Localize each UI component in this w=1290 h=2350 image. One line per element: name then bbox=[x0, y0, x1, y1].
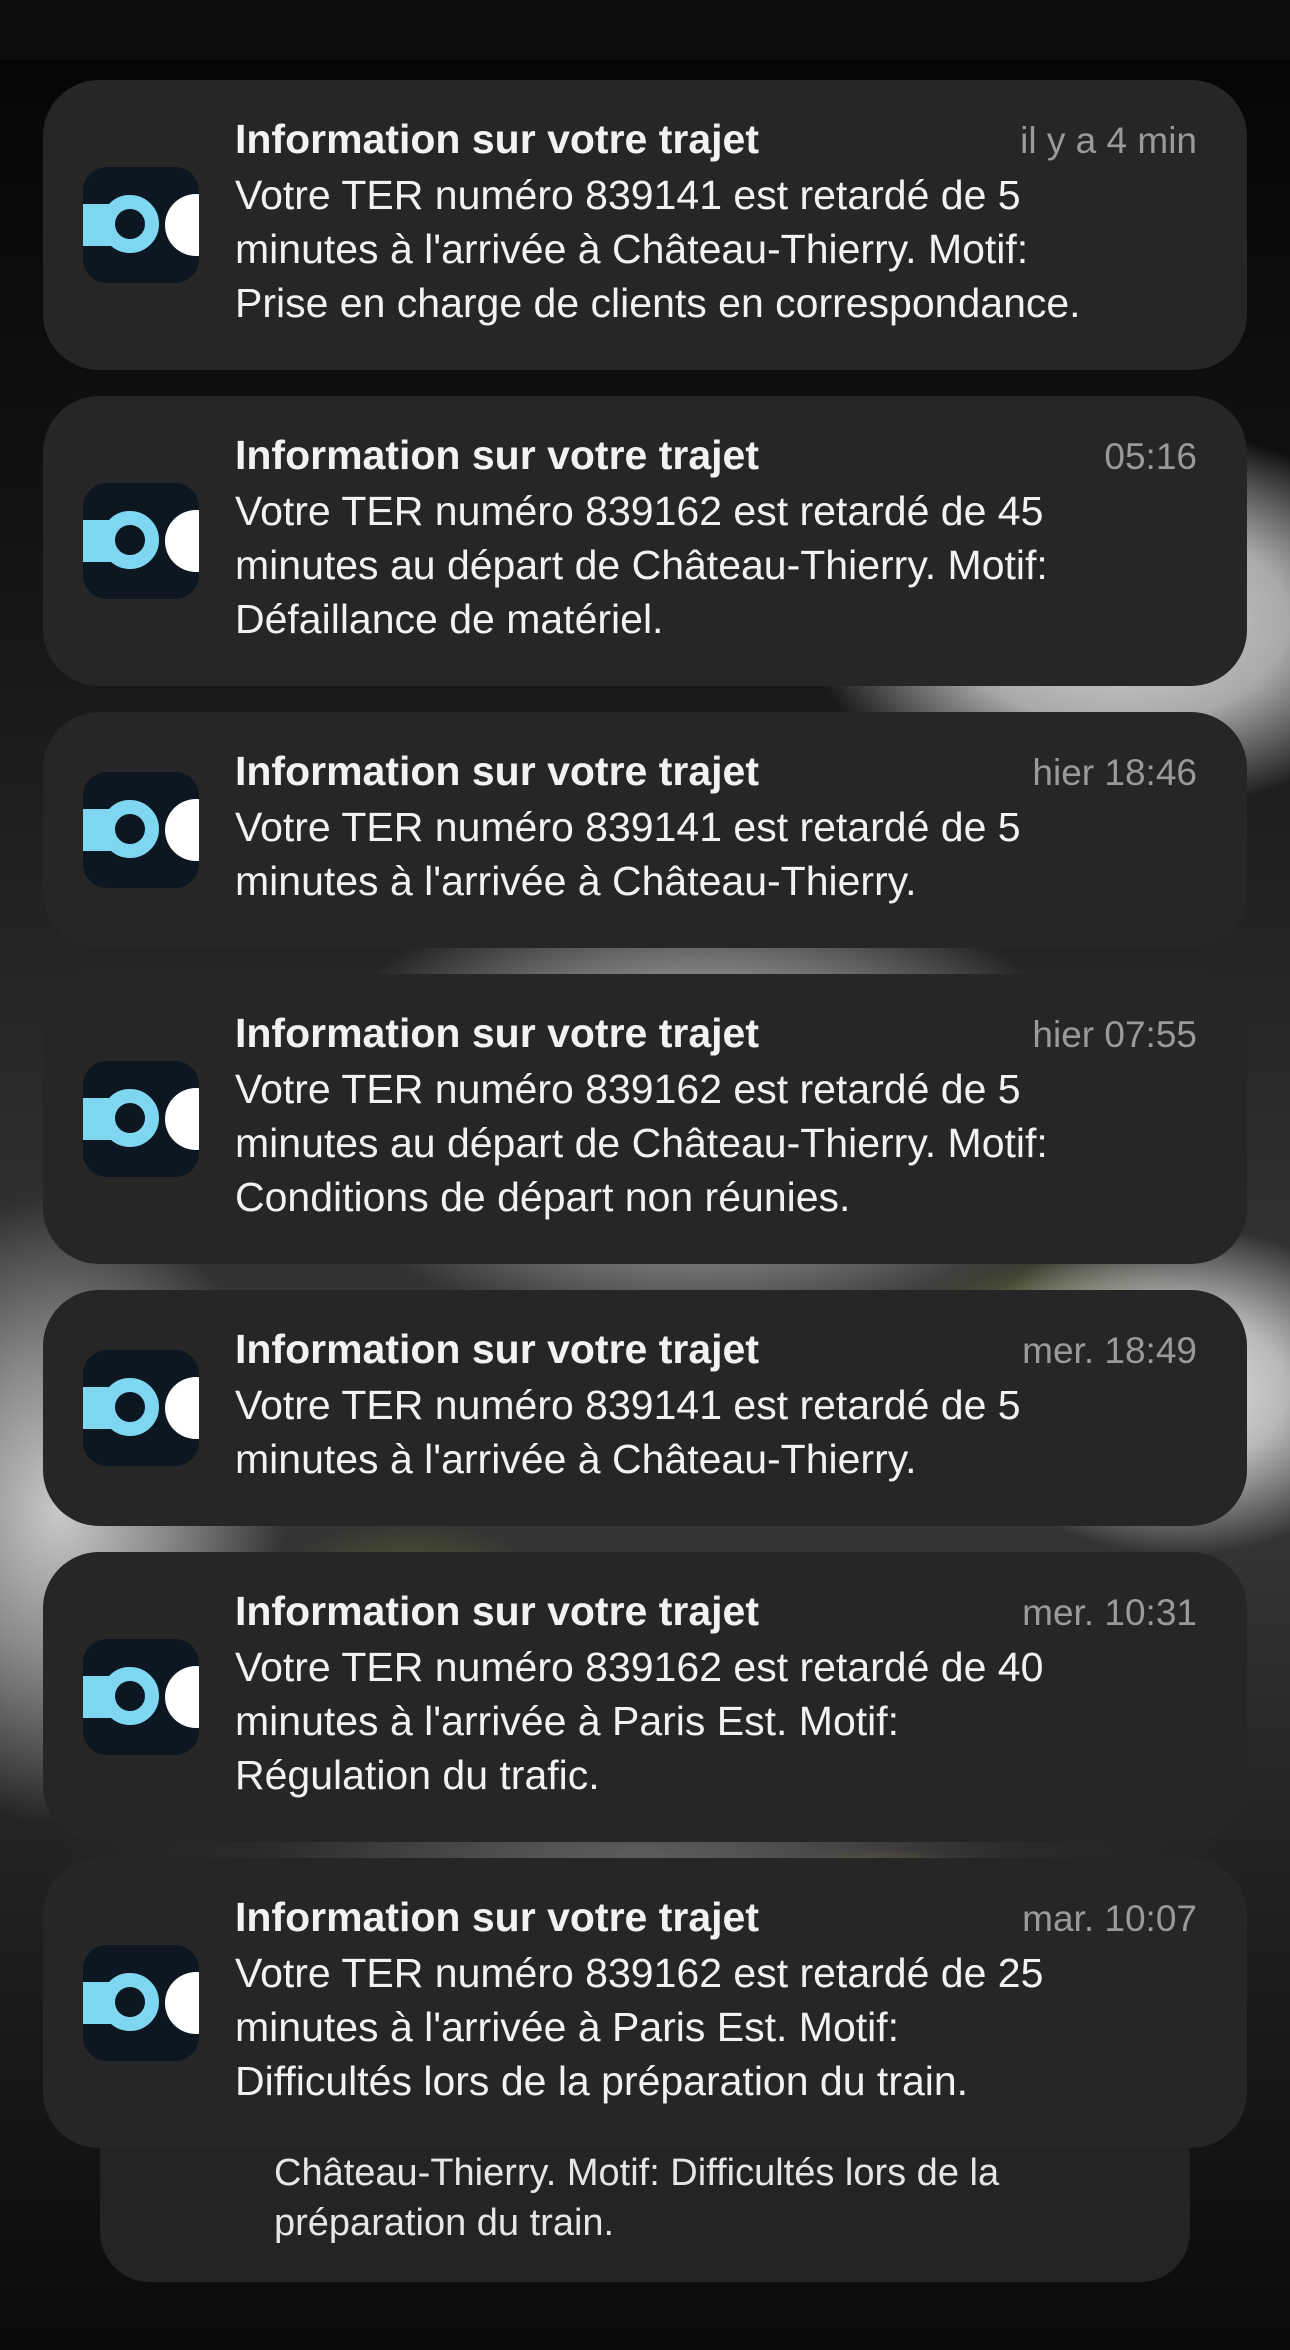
notification-body: Votre TER numéro 839141 est retardé de 5… bbox=[235, 1382, 1021, 1482]
notification-body: Votre TER numéro 839162 est retardé de 5… bbox=[235, 1066, 1048, 1220]
notification-time: il y a 4 min bbox=[1020, 120, 1197, 161]
notification-title: Information sur votre trajet bbox=[235, 432, 759, 478]
app-icon bbox=[83, 1639, 199, 1755]
notification-body: Château-Thierry. Motif: Difficultés lors… bbox=[274, 2152, 1000, 2244]
app-icon bbox=[83, 1350, 199, 1466]
notification-time: mer. 10:31 bbox=[1022, 1592, 1197, 1633]
notification-card[interactable]: Information sur votre trajet 05:16 Votre… bbox=[43, 396, 1247, 686]
app-icon bbox=[83, 483, 199, 599]
notification-time: mar. 10:07 bbox=[1022, 1898, 1197, 1939]
notification-title: Information sur votre trajet bbox=[235, 1588, 759, 1634]
notification-card[interactable]: Information sur votre trajet mar. 10:07 … bbox=[43, 1858, 1247, 2148]
notification-title: Information sur votre trajet bbox=[235, 1326, 759, 1372]
notification-card[interactable]: Information sur votre trajet hier 18:46 … bbox=[43, 712, 1247, 948]
app-icon bbox=[83, 1061, 199, 1177]
notification-card[interactable]: Information sur votre trajet il y a 4 mi… bbox=[43, 80, 1247, 370]
notification-body: Votre TER numéro 839162 est retardé de 4… bbox=[235, 1644, 1044, 1798]
app-icon bbox=[83, 1945, 199, 2061]
notification-time: hier 18:46 bbox=[1032, 752, 1197, 793]
notification-card[interactable]: Information sur votre trajet mer. 10:31 … bbox=[43, 1552, 1247, 1842]
notification-body: Votre TER numéro 839141 est retardé de 5… bbox=[235, 804, 1021, 904]
notification-title: Information sur votre trajet bbox=[235, 116, 759, 162]
app-icon bbox=[83, 772, 199, 888]
notification-time: 05:16 bbox=[1104, 436, 1197, 477]
notification-title: Information sur votre trajet bbox=[235, 1894, 759, 1940]
app-icon bbox=[83, 167, 199, 283]
notification-time: hier 07:55 bbox=[1032, 1014, 1197, 1055]
notification-card[interactable]: Information sur votre trajet mer. 18:49 … bbox=[43, 1290, 1247, 1526]
notification-body: Votre TER numéro 839162 est retardé de 4… bbox=[235, 488, 1048, 642]
notification-title: Information sur votre trajet bbox=[235, 1010, 759, 1056]
notification-card[interactable]: Information sur votre trajet hier 07:55 … bbox=[43, 974, 1247, 1264]
notification-body: Votre TER numéro 839141 est retardé de 5… bbox=[235, 172, 1081, 326]
notification-body: Votre TER numéro 839162 est retardé de 2… bbox=[235, 1950, 1044, 2104]
notification-title: Information sur votre trajet bbox=[235, 748, 759, 794]
notification-time: mer. 18:49 bbox=[1022, 1330, 1197, 1371]
